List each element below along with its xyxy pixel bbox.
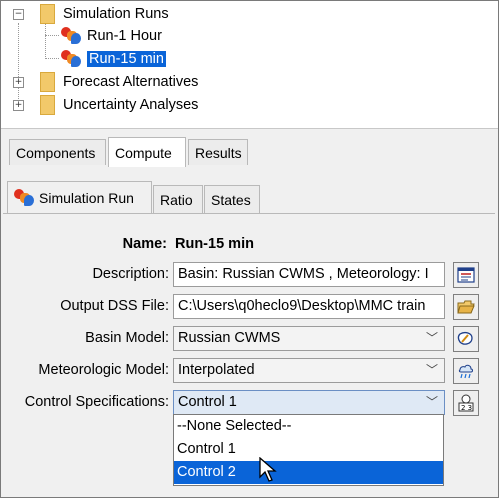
tree-item-label: Uncertainty Analyses <box>63 97 199 113</box>
browse-dss-button[interactable] <box>453 294 479 320</box>
chevron-down-icon: ﹀ <box>425 331 438 345</box>
simulation-run-icon <box>14 188 36 207</box>
tree-item-label: Run-15 min <box>87 51 166 67</box>
tree-item-simulation-runs[interactable]: − Simulation Runs <box>13 3 169 25</box>
basin-model-label: Basin Model: <box>85 330 169 346</box>
control-specs-value: Control 1 <box>178 394 237 410</box>
basin-model-row: Basin Model: Russian CWMS ﹀ <box>3 326 495 352</box>
simulation-run-icon <box>61 50 83 68</box>
name-value: Run-15 min <box>175 236 254 252</box>
tree-item-label: Simulation Runs <box>63 6 169 22</box>
meteorologic-model-label: Meteorologic Model: <box>38 362 169 378</box>
tree-item-forecast-alternatives[interactable]: + Forecast Alternatives <box>13 71 198 93</box>
output-dss-label: Output DSS File: <box>60 298 169 314</box>
tab-states[interactable]: States <box>204 185 260 213</box>
meteorologic-model-select[interactable]: Interpolated ﹀ <box>173 358 445 383</box>
control-specs-select[interactable]: Control 1 ﹀ <box>173 390 445 415</box>
svg-text:2 3: 2 3 <box>461 404 472 412</box>
tree-item-uncertainty-analyses[interactable]: + Uncertainty Analyses <box>13 94 198 116</box>
control-specs-dropdown-list: --None Selected-- Control 1 Control 2 <box>173 414 444 486</box>
mouse-pointer-icon <box>259 457 277 482</box>
tab-label: Simulation Run <box>39 190 134 206</box>
edit-description-icon <box>457 267 475 283</box>
dropdown-option-none[interactable]: --None Selected-- <box>174 415 443 438</box>
chevron-down-icon: ﹀ <box>425 395 438 409</box>
collapse-icon[interactable]: − <box>13 8 24 20</box>
tab-compute[interactable]: Compute <box>108 137 186 167</box>
meteorologic-model-icon <box>458 364 473 379</box>
meteorologic-model-value: Interpolated <box>178 362 255 378</box>
description-field[interactable]: Basin: Russian CWMS , Meteorology: I <box>173 262 445 287</box>
description-row: Description: Basin: Russian CWMS , Meteo… <box>3 262 495 288</box>
control-specs-button[interactable]: 2 3 <box>453 390 479 416</box>
basin-model-value: Russian CWMS <box>178 330 281 346</box>
basin-model-icon <box>457 331 473 345</box>
tree-item-run-1-hour[interactable]: Run-1 Hour <box>61 25 162 47</box>
simulation-run-icon <box>61 27 83 45</box>
explorer-tab-strip: Components Compute Results <box>1 128 498 173</box>
meteorologic-model-row: Meteorologic Model: Interpolated ﹀ <box>3 358 495 384</box>
dropdown-option-control-1[interactable]: Control 1 <box>174 438 443 461</box>
meteorologic-model-button[interactable] <box>453 358 479 384</box>
basin-model-select[interactable]: Russian CWMS ﹀ <box>173 326 445 351</box>
output-dss-row: Output DSS File: C:\Users\q0heclo9\Deskt… <box>3 294 495 320</box>
watershed-explorer-tree: − Simulation Runs Run-1 Hour Run-15 min … <box>1 1 498 127</box>
tab-components[interactable]: Components <box>9 139 106 165</box>
basin-model-button[interactable] <box>453 326 479 352</box>
folder-icon <box>40 4 55 24</box>
tree-item-label: Forecast Alternatives <box>63 74 199 90</box>
tab-results[interactable]: Results <box>188 139 248 165</box>
tab-ratio[interactable]: Ratio <box>153 185 203 213</box>
dropdown-option-control-2[interactable]: Control 2 <box>174 461 443 484</box>
control-specs-icon: 2 3 <box>458 394 474 412</box>
chevron-down-icon: ﹀ <box>425 363 438 377</box>
folder-icon <box>40 72 55 92</box>
name-label: Name: <box>122 236 167 252</box>
tree-item-label: Run-1 Hour <box>87 28 162 44</box>
expand-icon[interactable]: + <box>13 76 24 88</box>
open-folder-icon <box>457 300 475 314</box>
control-specs-row: Control Specifications: Control 1 ﹀ 2 3 <box>3 390 495 416</box>
edit-description-button[interactable] <box>453 262 479 288</box>
expand-icon[interactable]: + <box>13 99 24 111</box>
folder-icon <box>40 95 55 115</box>
control-specs-label: Control Specifications: <box>24 394 169 410</box>
tree-item-run-15-min[interactable]: Run-15 min <box>61 48 166 70</box>
output-dss-field[interactable]: C:\Users\q0heclo9\Desktop\MMC train <box>173 294 445 319</box>
hms-window: − Simulation Runs Run-1 Hour Run-15 min … <box>0 0 499 498</box>
description-label: Description: <box>92 266 169 282</box>
tab-simulation-run[interactable]: Simulation Run <box>7 181 152 214</box>
